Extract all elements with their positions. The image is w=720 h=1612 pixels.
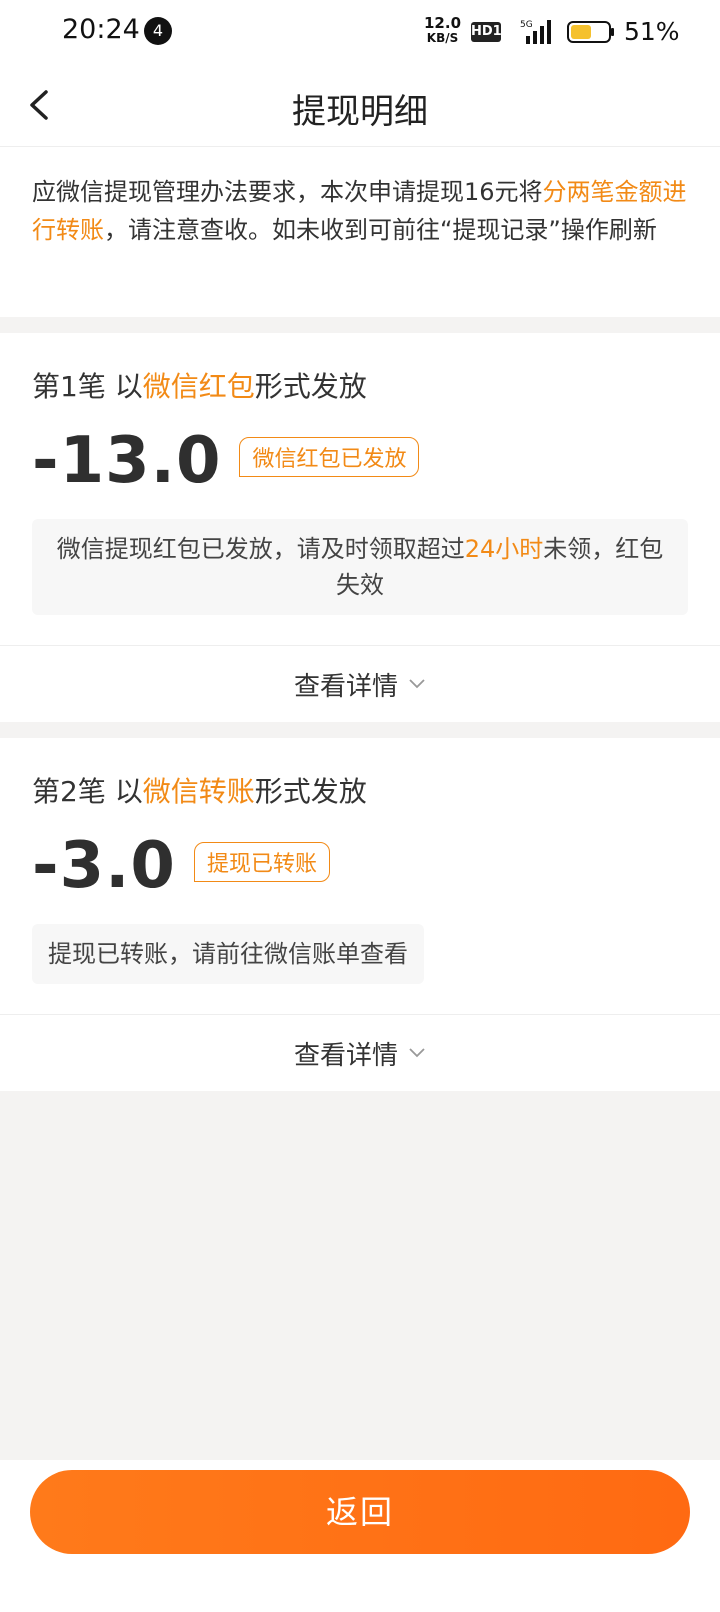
signal-icon: 5G (520, 20, 551, 44)
amount-row: -13.0 微信红包已发放 (0, 411, 720, 501)
network-speed-value: 12.0 (424, 14, 462, 32)
view-details-button[interactable]: 查看详情 (0, 646, 720, 722)
payment-method: 微信红包 (142, 370, 255, 403)
payment-amount: -13.0 (32, 424, 222, 498)
payment-tip: 提现已转账，请前往微信账单查看 (32, 924, 424, 984)
status-badge: 微信红包已发放 (239, 437, 420, 477)
payment-card-2: 第2笔 以微信转账形式发放 -3.0 提现已转账 提现已转账，请前往微信账单查看… (0, 738, 720, 1091)
payment-suffix: 形式发放 (254, 370, 367, 403)
notification-count-badge: 4 (144, 17, 172, 45)
payment-index: 第1笔 以 (32, 370, 143, 403)
payment-index: 第2笔 以 (32, 775, 143, 808)
page-title: 提现明细 (292, 92, 428, 132)
network-type-label: 5G (520, 20, 533, 30)
withdraw-notice: 应微信提现管理办法要求，本次申请提现16元将分两笔金额进行转账，请注意查收。如未… (0, 147, 720, 317)
battery-percent: 51% (624, 17, 680, 46)
payment-header: 第1笔 以微信红包形式发放 (0, 333, 720, 411)
view-details-label: 查看详情 (293, 671, 398, 702)
status-badge: 提现已转账 (193, 842, 330, 882)
payment-header: 第2笔 以微信转账形式发放 (0, 738, 720, 816)
chevron-down-icon (409, 1048, 425, 1058)
nav-bar: 提现明细 (0, 64, 720, 147)
payment-amount: -3.0 (32, 829, 176, 903)
amount-row: -3.0 提现已转账 (0, 816, 720, 906)
notice-text-tail: ，请注意查收。如未收到可前往“提现记录”操作刷新 (104, 216, 657, 244)
battery-icon (567, 21, 614, 43)
network-speed: 12.0 KB/S (424, 16, 461, 46)
status-time: 20:24 (62, 14, 140, 45)
chevron-down-icon (409, 679, 425, 689)
view-details-label: 查看详情 (293, 1040, 398, 1071)
tip-text: 微信提现红包已发放，请及时领取超过 (56, 535, 465, 563)
payment-card-1: 第1笔 以微信红包形式发放 -13.0 微信红包已发放 微信提现红包已发放，请及… (0, 333, 720, 722)
footer: 返回 (0, 1460, 720, 1612)
hd-icon: HD1 (471, 22, 502, 42)
payment-method: 微信转账 (142, 775, 255, 808)
view-details-button[interactable]: 查看详情 (0, 1015, 720, 1091)
payment-tip: 微信提现红包已发放，请及时领取超过24小时未领，红包失效 (32, 519, 688, 615)
payment-suffix: 形式发放 (254, 775, 367, 808)
network-speed-unit: KB/S (426, 31, 459, 45)
status-bar: 20:24 4 12.0 KB/S HD1 5G 51% (0, 0, 720, 64)
return-button[interactable]: 返回 (30, 1470, 690, 1554)
tip-highlight: 24小时 (464, 535, 544, 563)
notice-text: 应微信提现管理办法要求，本次申请提现16元将 (32, 178, 543, 206)
